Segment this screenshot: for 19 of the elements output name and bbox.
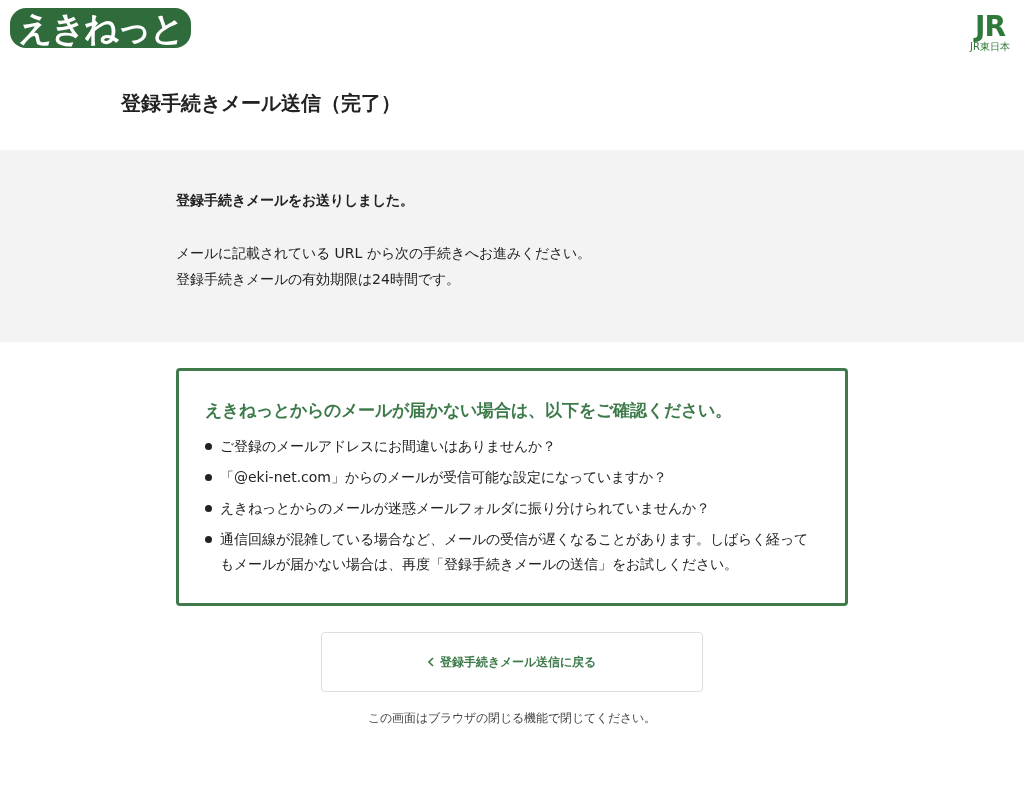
page-title: 登録手続きメール送信（完了）: [120, 90, 402, 117]
logo: えきねっと: [10, 8, 191, 48]
bullet-icon: [205, 536, 212, 543]
brand-mark: JR: [975, 14, 1006, 40]
chevron-left-icon: [428, 657, 434, 667]
help-item: 通信回線が混雑している場合など、メールの受信が遅くなることがあります。しばらく経ってもメールが届かない場合は、再度「登録手続きメールの送信」をお試しください。: [220, 530, 809, 574]
help-item: ご登録のメールアドレスにお間違いはありませんか？: [220, 437, 556, 456]
notice-heading: 登録手続きメールをお送りしました。: [176, 192, 415, 210]
bullet-icon: [205, 443, 212, 450]
brand-name: JR東日本: [970, 41, 1010, 54]
notice-text: 登録手続きメールの有効期限は24時間です。: [176, 270, 461, 289]
bullet-icon: [205, 505, 212, 512]
bullet-icon: [205, 474, 212, 481]
back-button[interactable]: 登録手続きメール送信に戻る: [321, 632, 703, 692]
help-item: えきねっとからのメールが迷惑メールフォルダに振り分けられていませんか？: [220, 499, 710, 518]
help-heading: えきねっとからのメールが届かない場合は、以下をご確認ください。: [205, 399, 733, 422]
help-item: 「@eki-net.com」からのメールが受信可能な設定になっていますか？: [220, 468, 667, 487]
notice-text: メールに記載されている URL から次の手続きへお進みください。: [176, 244, 592, 263]
footer-note: この画面はブラウザの閉じる機能で閉じてください。: [368, 710, 656, 727]
